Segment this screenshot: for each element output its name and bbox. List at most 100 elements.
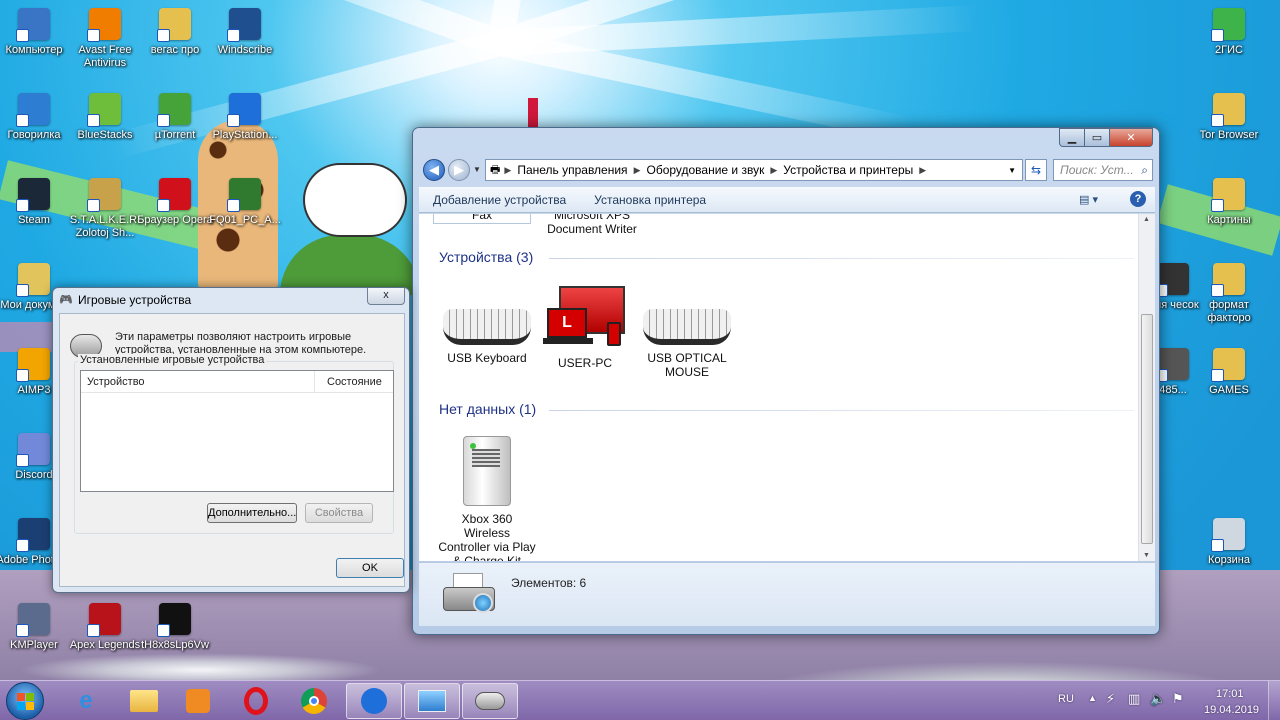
device-usb-keyboard[interactable]: USB Keyboard	[438, 309, 536, 365]
breadcrumb-item[interactable]: Панель управления	[511, 163, 633, 177]
taskbar-playstation[interactable]	[346, 683, 402, 719]
add-device-button[interactable]: Добавление устройства	[419, 193, 580, 207]
properties-button[interactable]: Свойства	[305, 503, 373, 523]
desktop-shortcut[interactable]: Tor Browser	[1190, 93, 1268, 142]
shortcut-icon	[157, 178, 191, 212]
group-header-devices[interactable]: Устройства (3)	[439, 249, 533, 265]
scroll-up-icon[interactable]: ▲	[1143, 216, 1150, 223]
column-status[interactable]: Состояние	[315, 371, 382, 392]
shortcut-label: Steam	[18, 214, 50, 226]
ok-button[interactable]: OK	[336, 558, 404, 578]
clock-time[interactable]: 17:01	[1216, 688, 1244, 700]
desktop-shortcut[interactable]: 2ГИС	[1190, 8, 1268, 57]
address-dropdown-icon[interactable]: ▼	[1008, 166, 1016, 175]
back-icon[interactable]: ◀	[423, 159, 445, 181]
playstation-icon	[361, 688, 387, 714]
shortcut-icon	[227, 178, 261, 212]
dialog-body: Эти параметры позволяют настроить игровы…	[59, 313, 405, 587]
vertical-scrollbar[interactable]: ▲ ▼	[1138, 214, 1155, 561]
desktop-shortcut[interactable]: Avast Free Antivirus	[66, 8, 144, 70]
start-button[interactable]	[6, 682, 44, 720]
add-printer-button[interactable]: Установка принтера	[580, 193, 720, 207]
column-device[interactable]: Устройство	[81, 371, 315, 392]
desktop-shortcut[interactable]: Apex Legends	[66, 603, 144, 652]
taskbar-media[interactable]	[170, 683, 226, 719]
power-icon[interactable]: ⚡	[1106, 691, 1115, 707]
recent-pages-dropdown[interactable]: ▼	[473, 165, 481, 174]
shortcut-icon	[1155, 348, 1189, 382]
desktop-shortcut[interactable]: Компьютер	[0, 8, 73, 57]
shortcut-label: KMPlayer	[10, 639, 58, 651]
close-button[interactable]: ✕	[1109, 128, 1153, 147]
volume-icon[interactable]: 🔈	[1150, 691, 1166, 707]
taskbar-explorer[interactable]	[116, 683, 172, 719]
shortcut-icon	[1211, 178, 1245, 212]
shortcut-icon	[16, 518, 50, 552]
shortcut-icon	[87, 603, 121, 637]
minimize-button[interactable]: ▁	[1059, 128, 1085, 147]
devices-table[interactable]: Устройство Состояние	[80, 370, 394, 492]
shortcut-label: BlueStacks	[77, 129, 133, 141]
taskbar-devices-printers[interactable]	[404, 683, 460, 719]
device-list: Fax Microsoft XPS Document Writer Устрой…	[419, 214, 1155, 561]
help-icon[interactable]: ?	[1130, 191, 1146, 207]
breadcrumb-item[interactable]: Устройства и принтеры	[777, 163, 919, 177]
installed-devices-label: Установленные игровые устройства	[78, 354, 267, 366]
desktop-shortcut[interactable]: Браузер Opera	[136, 178, 214, 227]
shortcut-icon	[157, 8, 191, 42]
view-options-icon[interactable]: ▤ ▾	[1079, 193, 1098, 206]
show-hidden-icons[interactable]: ▲	[1088, 693, 1097, 703]
taskbar-opera[interactable]	[228, 683, 284, 719]
network-icon[interactable]: ▥	[1128, 691, 1140, 707]
desktop-shortcut[interactable]: Говорилка	[0, 93, 73, 142]
device-xbox-controller[interactable]: Xbox 360 Wireless Controller via Play & …	[438, 436, 536, 561]
desktop-shortcut[interactable]: вегас про	[136, 8, 214, 57]
taskbar-ie[interactable]: e	[58, 683, 114, 719]
desktop-shortcut[interactable]: tH8x8sLp6Vw	[136, 603, 214, 652]
shortcut-icon	[87, 93, 121, 127]
desktop-shortcut[interactable]: формат факторо	[1190, 263, 1268, 325]
devices-icon	[418, 690, 446, 712]
desktop-shortcut[interactable]: KMPlayer	[0, 603, 73, 652]
show-desktop-button[interactable]	[1268, 681, 1280, 720]
action-center-icon[interactable]: ⚑	[1172, 691, 1184, 707]
generic-device-icon	[463, 436, 511, 506]
desktop-shortcut[interactable]: Steam	[0, 178, 73, 227]
desktop-shortcut[interactable]: GAMES	[1190, 348, 1268, 397]
xps-writer-item[interactable]: Microsoft XPS Document Writer	[537, 214, 647, 236]
scroll-thumb[interactable]	[1141, 314, 1153, 544]
language-indicator[interactable]: RU	[1058, 693, 1074, 705]
shortcut-label: Avast Free Antivirus	[78, 44, 132, 69]
shortcut-label: Tor Browser	[1199, 129, 1259, 141]
device-usb-mouse[interactable]: USB OPTICAL MOUSE	[638, 309, 736, 379]
desktop-shortcut[interactable]: Корзина	[1190, 518, 1268, 567]
maximize-button[interactable]: ▭	[1084, 128, 1110, 147]
group-header-no-data[interactable]: Нет данных (1)	[439, 401, 536, 417]
shortcut-label: µTorrent	[154, 129, 196, 141]
chevron-right-icon: ▶	[919, 164, 927, 175]
desktop-shortcut[interactable]: FQ01_PC_A...	[206, 178, 284, 227]
desktop-shortcut[interactable]: PlayStation...	[206, 93, 284, 142]
shortcut-label: Корзина	[1208, 554, 1250, 566]
desktop-shortcut[interactable]: BlueStacks	[66, 93, 144, 142]
breadcrumb-item[interactable]: Оборудование и звук	[640, 163, 770, 177]
desktop-shortcut[interactable]: Windscribe	[206, 8, 284, 57]
shortcut-label: 2ГИС	[1215, 44, 1243, 56]
desktop-shortcut[interactable]: Картины	[1190, 178, 1268, 227]
advanced-button[interactable]: Дополнительно...	[207, 503, 297, 523]
device-user-pc[interactable]: L USER-PC	[536, 286, 634, 370]
dialog-close-button[interactable]: x	[367, 288, 405, 305]
forward-icon[interactable]: ▶	[448, 159, 470, 181]
desktop-shortcut[interactable]: S.T.A.L.K.E.R. Zolotoj Sh...	[66, 178, 144, 240]
scroll-down-icon[interactable]: ▼	[1143, 552, 1150, 559]
search-icon: ⌕	[1141, 163, 1148, 177]
fax-item[interactable]: Fax	[433, 214, 531, 224]
clock-date[interactable]: 19.04.2019	[1204, 704, 1259, 716]
taskbar-chrome[interactable]	[286, 683, 342, 719]
desktop-shortcut[interactable]: µTorrent	[136, 93, 214, 142]
search-input[interactable]: Поиск: Уст... ⌕	[1053, 159, 1153, 181]
taskbar-game-controllers[interactable]	[462, 683, 518, 719]
address-bar[interactable]: 🖶 ▶ Панель управления ▶ Оборудование и з…	[485, 159, 1023, 181]
shortcut-label: вегас про	[150, 44, 200, 56]
refresh-button[interactable]: ⇆	[1025, 159, 1047, 181]
